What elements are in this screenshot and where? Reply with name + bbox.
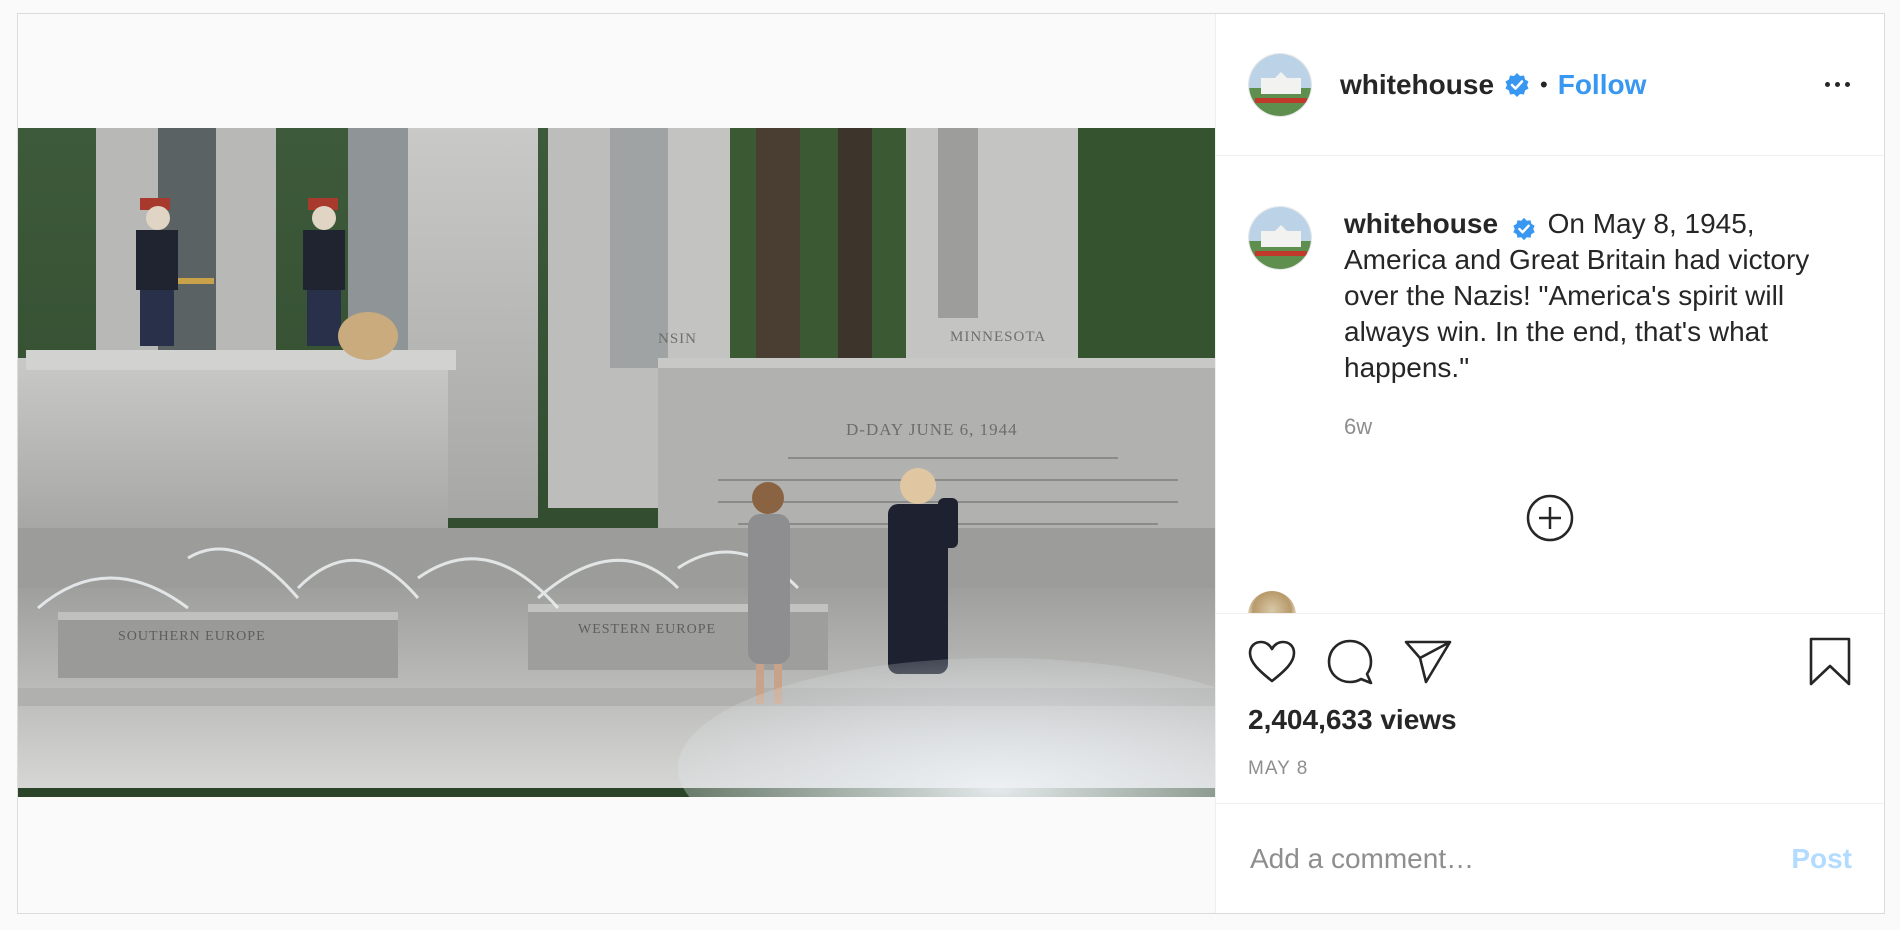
bookmark-icon[interactable] [1808,637,1852,687]
heart-icon[interactable] [1248,640,1296,684]
comment-icon[interactable] [1326,638,1374,686]
engraving-title: D-DAY JUNE 6, 1944 [846,420,1018,439]
post-date[interactable]: MAY 8 [1248,758,1852,780]
comments-area: whitehouse On May 8, 1945, America and G… [1216,156,1884,613]
verified-badge-icon [1504,72,1530,98]
post-comment-button[interactable]: Post [1791,843,1852,875]
memorial-scene-image: NSIN MINNESOTA D-DAY JUNE 6, 1944 SOUTHE… [18,128,1215,797]
action-bar [1248,614,1852,710]
post-sidebar: whitehouse • Follow whitehouse On May 8,… [1216,14,1884,913]
share-icon[interactable] [1404,640,1452,684]
avatar[interactable] [1248,52,1312,117]
base-label-left: SOUTHERN EUROPE [118,629,266,644]
more-options-icon[interactable] [1823,72,1852,97]
comment-input[interactable] [1248,841,1792,876]
actions-section: 2,404,633 views MAY 8 [1216,613,1884,803]
verified-badge-icon [1512,214,1536,240]
next-comment-avatar[interactable] [1248,591,1296,613]
base-label-right: WESTERN EUROPE [578,622,716,637]
caption-avatar[interactable] [1248,206,1312,270]
caption: whitehouse On May 8, 1945, America and G… [1248,206,1852,386]
pillar-label-right: MINNESOTA [950,329,1046,345]
header-separator: • [1540,71,1548,97]
views-count[interactable]: 2,404,633 views [1248,704,1852,736]
caption-time-ago: 6w [1344,414,1373,439]
pillar-label-left: NSIN [658,331,697,347]
media-panel: NSIN MINNESOTA D-DAY JUNE 6, 1944 SOUTHE… [18,14,1216,913]
comment-form: Post [1216,803,1884,913]
follow-button[interactable]: Follow [1558,69,1647,101]
caption-text-block: whitehouse On May 8, 1945, America and G… [1344,206,1844,386]
post-card: NSIN MINNESOTA D-DAY JUNE 6, 1944 SOUTHE… [17,13,1885,914]
header-username[interactable]: whitehouse [1340,69,1494,101]
video-player[interactable]: NSIN MINNESOTA D-DAY JUNE 6, 1944 SOUTHE… [18,128,1215,797]
load-more-comments-icon[interactable] [1526,494,1574,542]
caption-username[interactable]: whitehouse [1344,208,1498,239]
post-header: whitehouse • Follow [1216,14,1884,156]
